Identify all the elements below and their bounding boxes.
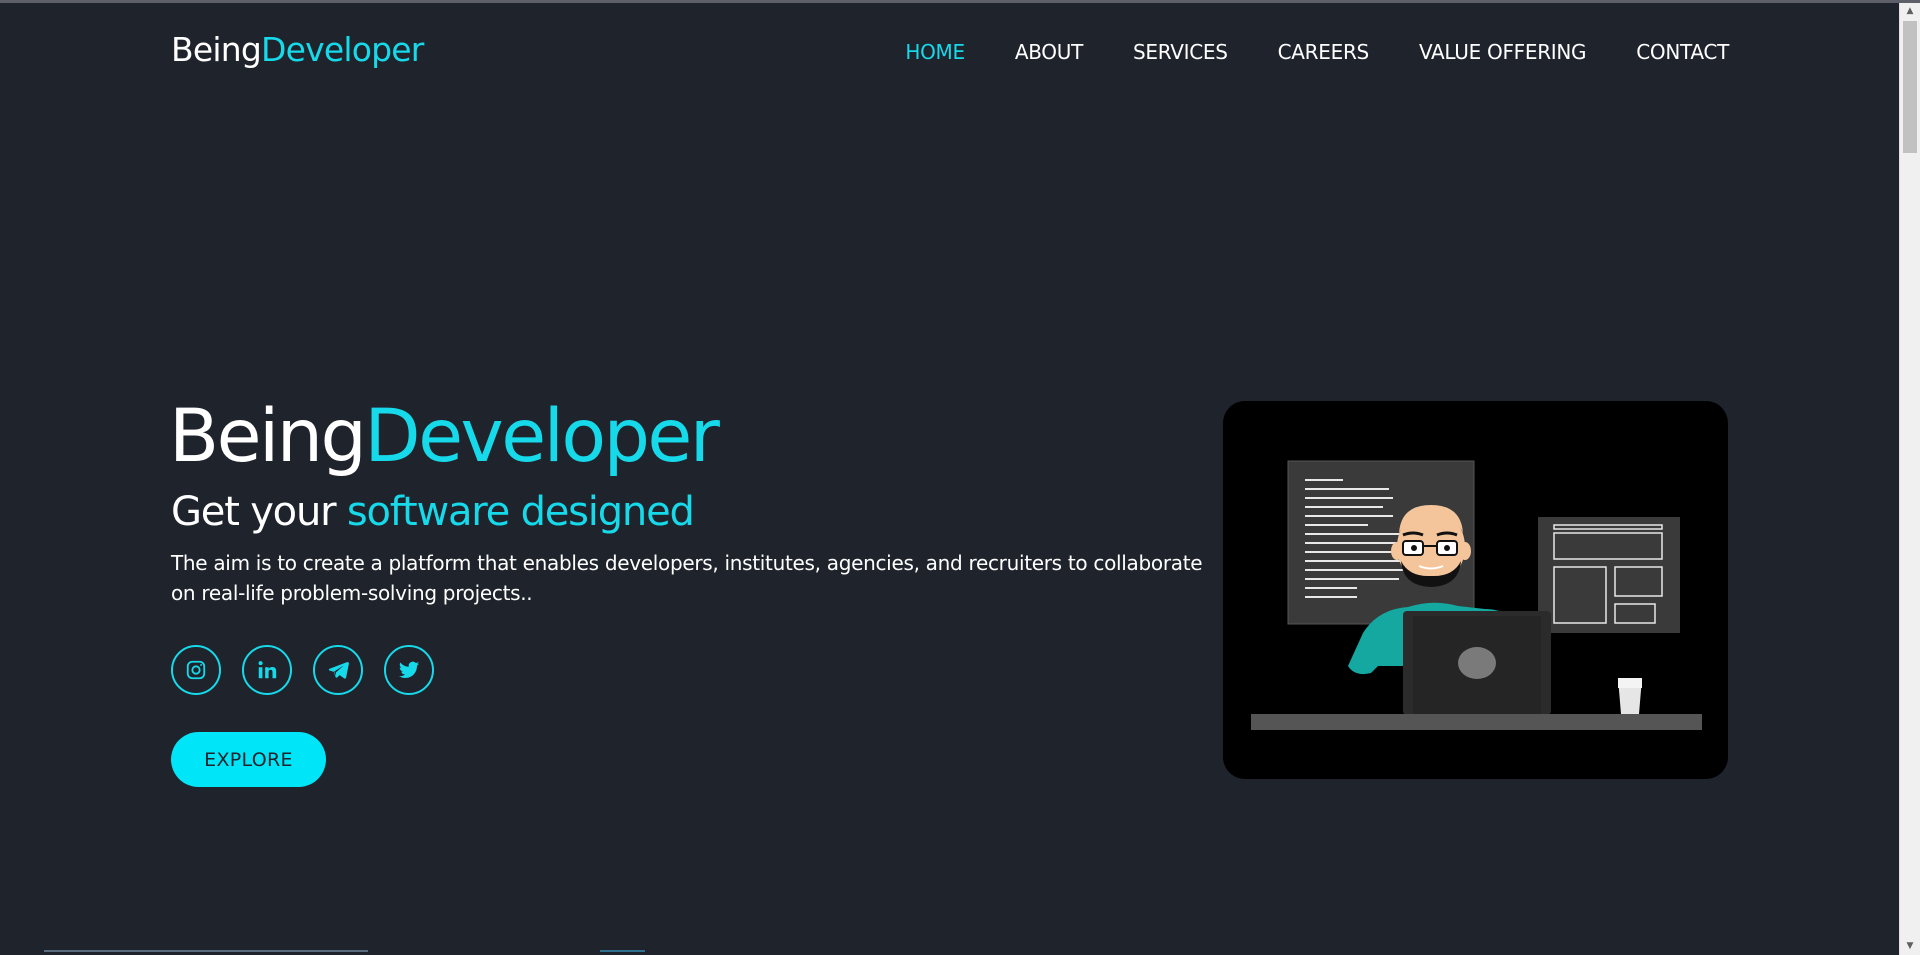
- nav-item-careers[interactable]: CAREERS: [1278, 40, 1370, 64]
- developer-illustration-svg: [1251, 460, 1702, 730]
- telegram-link[interactable]: [313, 645, 363, 695]
- nav-item-services[interactable]: SERVICES: [1133, 40, 1228, 64]
- hero-description: The aim is to create a platform that ena…: [171, 551, 1203, 605]
- bottom-divider-left: [44, 950, 368, 952]
- brand-logo-part2: Developer: [260, 30, 424, 69]
- desk: [1251, 714, 1702, 730]
- laptop-logo: [1458, 647, 1496, 679]
- linkedin-icon: [258, 661, 277, 679]
- brand-logo-part1: Being: [171, 30, 262, 69]
- hero-subtitle-part2: software designed: [346, 489, 695, 535]
- telegram-icon: [328, 662, 349, 679]
- nav-item-value-offering[interactable]: VALUE OFFERING: [1419, 40, 1587, 64]
- instagram-icon: [186, 660, 206, 680]
- social-links: [171, 645, 455, 695]
- page-scrollbar[interactable]: ▲ ▼: [1899, 3, 1920, 955]
- explore-button[interactable]: EXPLORE: [171, 732, 326, 787]
- scroll-up-icon[interactable]: ▲: [1900, 3, 1920, 20]
- hero-subtitle: Get your software designed: [171, 489, 695, 535]
- cup-lid: [1618, 678, 1642, 688]
- brand-logo[interactable]: BeingDeveloper: [171, 30, 424, 69]
- linkedin-link[interactable]: [242, 645, 292, 695]
- bottom-divider-accent: [600, 950, 645, 952]
- nav-item-about[interactable]: ABOUT: [1015, 40, 1083, 64]
- scroll-down-icon[interactable]: ▼: [1900, 938, 1920, 955]
- hero-subtitle-part1: Get your: [171, 489, 347, 535]
- twitter-link[interactable]: [384, 645, 434, 695]
- nav-item-home[interactable]: HOME: [905, 40, 965, 64]
- hero-title-part1: Being: [169, 394, 367, 479]
- main-nav: HOME ABOUT SERVICES CAREERS VALUE OFFERI…: [855, 40, 1729, 64]
- hero-title-part2: Developer: [364, 394, 719, 479]
- developer-illustration: [1223, 401, 1728, 779]
- hero-title: BeingDeveloper: [169, 400, 720, 473]
- scroll-thumb[interactable]: [1903, 21, 1917, 153]
- twitter-icon: [398, 661, 420, 678]
- wireframe-panel: [1538, 517, 1680, 633]
- nav-item-contact[interactable]: CONTACT: [1636, 40, 1729, 64]
- instagram-link[interactable]: [171, 645, 221, 695]
